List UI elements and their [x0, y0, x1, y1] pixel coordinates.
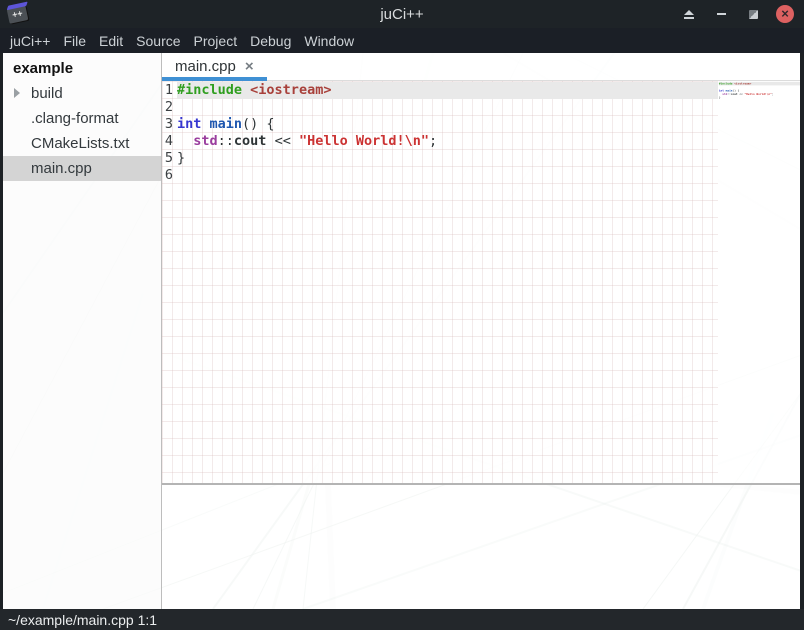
- menu-item-window[interactable]: Window: [304, 33, 354, 49]
- code-editor[interactable]: 1#include <iostream>23int main() {4 std:…: [162, 81, 718, 483]
- item-label: .clang-format: [31, 110, 119, 127]
- line-number: 6: [162, 167, 173, 184]
- statusbar: ~/example/main.cpp 1:1: [0, 609, 804, 630]
- close-button[interactable]: ×: [776, 5, 794, 23]
- code-text: int main() {: [177, 116, 718, 133]
- menu-item-debug[interactable]: Debug: [250, 33, 291, 49]
- editor-row: 1#include <iostream>23int main() {4 std:…: [162, 81, 800, 483]
- sidebar-item--clang-format[interactable]: .clang-format: [3, 106, 161, 131]
- menu-item-file[interactable]: File: [63, 33, 86, 49]
- menubar: juCi++ File Edit Source Project Debug Window: [0, 28, 804, 53]
- code-line-5[interactable]: 5}: [162, 150, 718, 167]
- code-text: #include <iostream>: [177, 82, 718, 99]
- content-area: example build .clang-format CMakeLists.txt…: [0, 53, 804, 609]
- code-text: [177, 167, 718, 184]
- line-number: 3: [162, 116, 173, 133]
- menu-item-edit[interactable]: Edit: [99, 33, 123, 49]
- tab-label: main.cpp: [175, 58, 236, 75]
- menu-item-source[interactable]: Source: [136, 33, 180, 49]
- window-controls: ×: [680, 5, 804, 23]
- restore-icon: [749, 10, 758, 19]
- code-line-3[interactable]: 3int main() {: [162, 116, 718, 133]
- titlebar: ++ juCi++ ×: [0, 0, 804, 28]
- sidebar-item-cmakelists-txt[interactable]: CMakeLists.txt: [3, 131, 161, 156]
- tab-main-cpp[interactable]: main.cpp ×: [162, 53, 267, 80]
- item-label: main.cpp: [31, 160, 92, 177]
- sidebar-item-main-cpp[interactable]: main.cpp: [3, 156, 161, 181]
- code-line-6[interactable]: 6: [162, 167, 718, 184]
- code-line-1[interactable]: 1#include <iostream>: [162, 82, 718, 99]
- tab-close-icon[interactable]: ×: [245, 58, 254, 75]
- tab-bar: main.cpp ×: [162, 53, 800, 81]
- restore-button[interactable]: [744, 5, 762, 23]
- line-number: 2: [162, 99, 173, 116]
- sidebar-item-build[interactable]: build: [3, 81, 161, 106]
- line-number: 4: [162, 133, 173, 150]
- code-text: }: [177, 150, 718, 167]
- code-text: [719, 100, 800, 104]
- item-label: build: [31, 85, 63, 102]
- code-line-4[interactable]: 4 std::cout << "Hello World!\n";: [162, 133, 718, 150]
- project-name: example: [3, 56, 161, 81]
- output-panel[interactable]: [162, 485, 800, 609]
- code-line-2[interactable]: 2: [162, 99, 718, 116]
- code-text: std::cout << "Hello World!\n";: [177, 133, 718, 150]
- shade-button[interactable]: [680, 5, 698, 23]
- minimize-icon: [717, 13, 726, 15]
- code-text: [177, 99, 718, 116]
- minimize-button[interactable]: [712, 5, 730, 23]
- minimap-content: #include <iostream>int main() { std::cou…: [718, 81, 800, 103]
- code-line-6: [719, 100, 800, 104]
- item-label: CMakeLists.txt: [31, 135, 129, 152]
- file-tree-sidebar: example build .clang-format CMakeLists.txt…: [3, 53, 162, 609]
- line-number: 1: [162, 82, 173, 99]
- editor-column: main.cpp × 1#include <iostream>23int mai…: [162, 53, 800, 609]
- juci-window: ++ juCi++ × juCi++ File Edit Source Project D…: [0, 0, 804, 630]
- shade-icon: [684, 10, 694, 19]
- expander-icon[interactable]: [14, 88, 20, 98]
- minimap[interactable]: #include <iostream>int main() { std::cou…: [718, 81, 800, 483]
- line-number: 5: [162, 150, 173, 167]
- status-file-position: ~/example/main.cpp 1:1: [8, 612, 157, 628]
- menu-item-juci[interactable]: juCi++: [10, 33, 50, 49]
- menu-item-project[interactable]: Project: [194, 33, 238, 49]
